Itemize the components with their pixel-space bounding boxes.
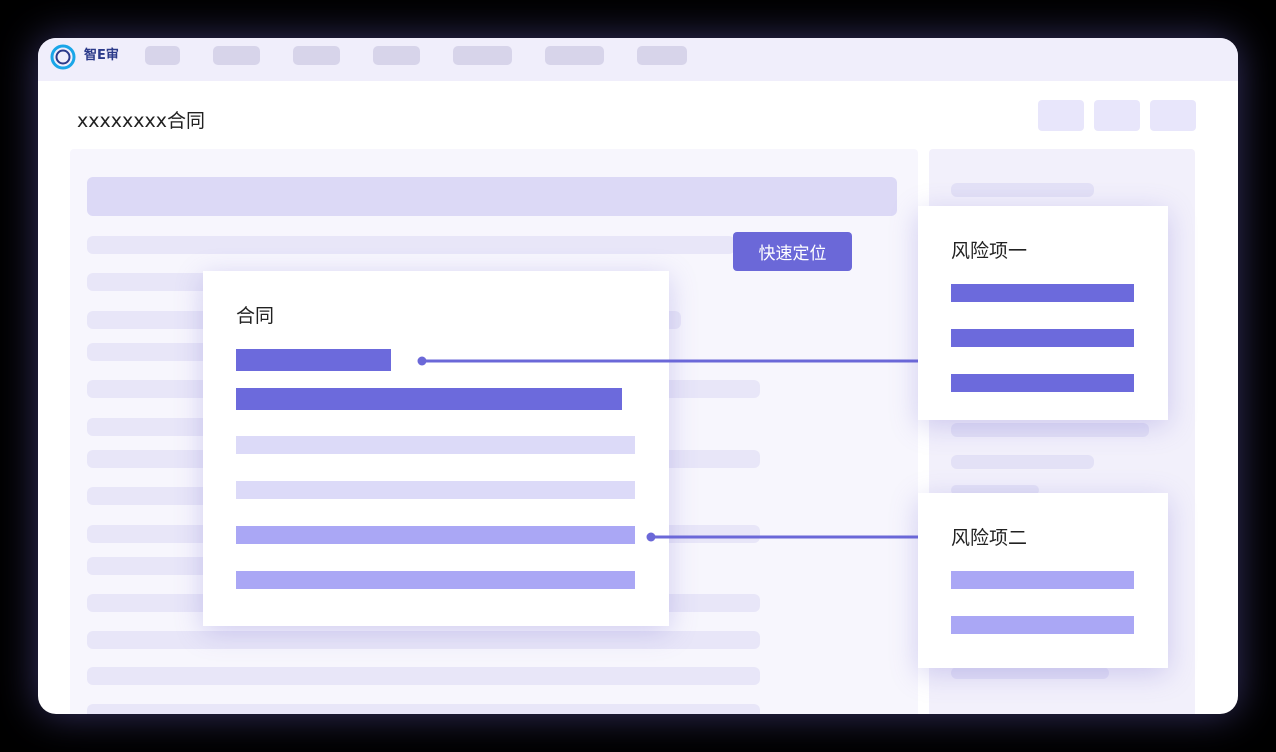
risk-detail-line (951, 571, 1134, 589)
risk-card-2[interactable]: 风险项二 (918, 493, 1168, 668)
risk-detail-line (951, 329, 1134, 347)
risk-card-1-title: 风险项一 (951, 240, 1028, 262)
risk-detail-line (951, 616, 1134, 634)
risk-card-1[interactable]: 风险项一 (918, 206, 1168, 420)
connector-dot (646, 532, 656, 542)
app-window: 智E审 xxxxxxxx合同 快速定位 合同 风险项一 风险项二 (38, 38, 1238, 714)
risk-card-2-title: 风险项二 (951, 527, 1028, 549)
risk-detail-line (951, 284, 1134, 302)
connector-dot (417, 356, 427, 366)
risk-detail-line (951, 374, 1134, 392)
